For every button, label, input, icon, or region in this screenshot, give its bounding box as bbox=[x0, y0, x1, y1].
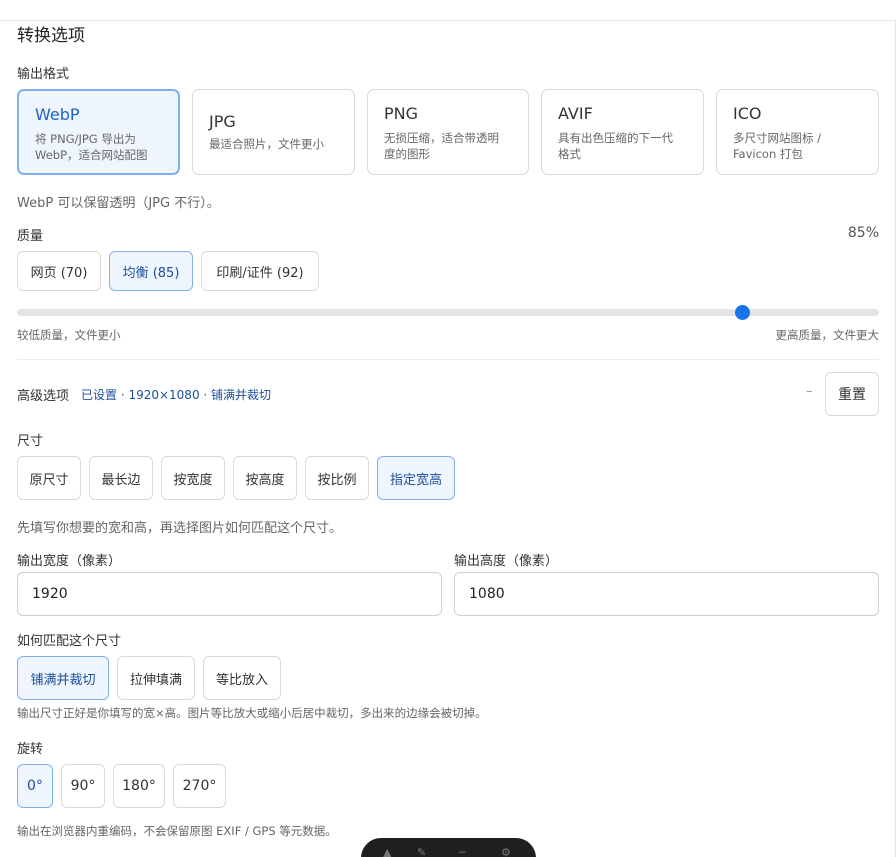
size-mode-by-height[interactable]: 按高度 bbox=[233, 456, 297, 500]
fit-hint: 输出尺寸正好是你填写的宽×高。图片等比放大或缩小后居中裁切，多出来的边缘会被切掉… bbox=[17, 706, 487, 720]
width-input[interactable]: 1920 bbox=[17, 572, 442, 616]
format-desc-line2: 度的图形 bbox=[384, 147, 430, 161]
fit-mode-stretch[interactable]: 拉伸填满 bbox=[117, 656, 195, 700]
quality-preset-balanced[interactable]: 均衡 (85) bbox=[109, 251, 193, 291]
toolbar-icon[interactable]: ─ bbox=[459, 846, 471, 857]
format-desc-line1: 具有出色压缩的下一代 bbox=[558, 131, 673, 145]
format-desc-line2: 格式 bbox=[558, 147, 581, 161]
quality-min-label: 较低质量，文件更小 bbox=[17, 328, 121, 342]
format-name: PNG bbox=[384, 104, 419, 123]
format-card-ico[interactable]: ICO 多尺寸网站图标 / Favicon 打包 bbox=[716, 89, 879, 175]
toolbar-icon[interactable]: ▲ bbox=[383, 846, 395, 857]
quality-slider-thumb[interactable] bbox=[735, 305, 750, 320]
format-card-avif[interactable]: AVIF 具有出色压缩的下一代 格式 bbox=[541, 89, 704, 175]
size-label: 尺寸 bbox=[17, 434, 44, 449]
height-input[interactable]: 1080 bbox=[454, 572, 879, 616]
advanced-summary: 已设置 · 1920×1080 · 铺满并裁切 bbox=[81, 388, 272, 402]
format-name: ICO bbox=[733, 104, 762, 123]
format-desc-line1: 多尺寸网站图标 / bbox=[733, 131, 822, 145]
fit-mode-cover-crop[interactable]: 铺满并裁切 bbox=[17, 656, 109, 700]
quality-max-label: 更高质量，文件更大 bbox=[775, 328, 880, 342]
quality-value: 85% bbox=[847, 225, 879, 241]
format-card-webp[interactable]: WebP 将 PNG/JPG 导出为 WebP，适合网站配图 bbox=[17, 89, 180, 175]
advanced-options-toggle[interactable]: 高级选项 bbox=[17, 385, 69, 404]
rotate-label: 旋转 bbox=[17, 742, 44, 757]
quality-label: 质量 bbox=[17, 229, 44, 244]
format-desc-line1: 将 PNG/JPG 导出为 bbox=[35, 132, 136, 146]
collapse-icon[interactable]: – bbox=[806, 384, 813, 399]
fit-mode-contain[interactable]: 等比放入 bbox=[203, 656, 281, 700]
section-divider bbox=[17, 359, 879, 360]
format-note: WebP 可以保留透明（JPG 不行）。 bbox=[17, 196, 220, 211]
floating-toolbar[interactable]: ▲ ✎ ─ ⚙ bbox=[361, 838, 536, 857]
size-mode-by-ratio[interactable]: 按比例 bbox=[305, 456, 369, 500]
reset-button[interactable]: 重置 bbox=[825, 372, 879, 416]
size-hint: 先填写你想要的宽和高，再选择图片如何匹配这个尺寸。 bbox=[17, 521, 343, 536]
height-label: 输出高度（像素） bbox=[454, 554, 559, 569]
format-name: AVIF bbox=[558, 104, 593, 123]
format-desc-line2: WebP，适合网站配图 bbox=[35, 148, 148, 162]
settings-icon[interactable]: ⚙ bbox=[501, 846, 513, 857]
format-desc-line1: 无损压缩，适合带透明 bbox=[384, 131, 499, 145]
size-mode-original[interactable]: 原尺寸 bbox=[17, 456, 81, 500]
top-divider bbox=[0, 20, 896, 21]
rotate-0[interactable]: 0° bbox=[17, 764, 53, 808]
rotate-270[interactable]: 270° bbox=[173, 764, 226, 808]
quality-preset-web[interactable]: 网页 (70) bbox=[17, 251, 101, 291]
format-name: JPG bbox=[209, 112, 236, 131]
size-mode-exact[interactable]: 指定宽高 bbox=[377, 456, 455, 500]
panel-title: 转换选项 bbox=[17, 26, 85, 46]
format-desc-line1: 最适合照片，文件更小 bbox=[209, 137, 324, 151]
size-mode-by-width[interactable]: 按宽度 bbox=[161, 456, 225, 500]
format-name: WebP bbox=[35, 105, 80, 124]
conversion-options-panel: 转换选项 输出格式 WebP 将 PNG/JPG 导出为 WebP，适合网站配图… bbox=[0, 0, 896, 857]
fit-label: 如何匹配这个尺寸 bbox=[17, 634, 122, 649]
size-mode-longest-edge[interactable]: 最长边 bbox=[89, 456, 153, 500]
toolbar-icon[interactable]: ✎ bbox=[417, 846, 429, 857]
output-format-label: 输出格式 bbox=[17, 67, 70, 82]
metadata-note: 输出在浏览器内重编码，不会保留原图 EXIF / GPS 等元数据。 bbox=[17, 824, 337, 838]
rotate-90[interactable]: 90° bbox=[61, 764, 105, 808]
rotate-180[interactable]: 180° bbox=[113, 764, 165, 808]
format-card-jpg[interactable]: JPG 最适合照片，文件更小 bbox=[192, 89, 355, 175]
quality-preset-print[interactable]: 印刷/证件 (92) bbox=[201, 251, 319, 291]
format-card-png[interactable]: PNG 无损压缩，适合带透明 度的图形 bbox=[367, 89, 529, 175]
width-label: 输出宽度（像素） bbox=[17, 554, 122, 569]
format-desc-line2: Favicon 打包 bbox=[733, 147, 803, 161]
